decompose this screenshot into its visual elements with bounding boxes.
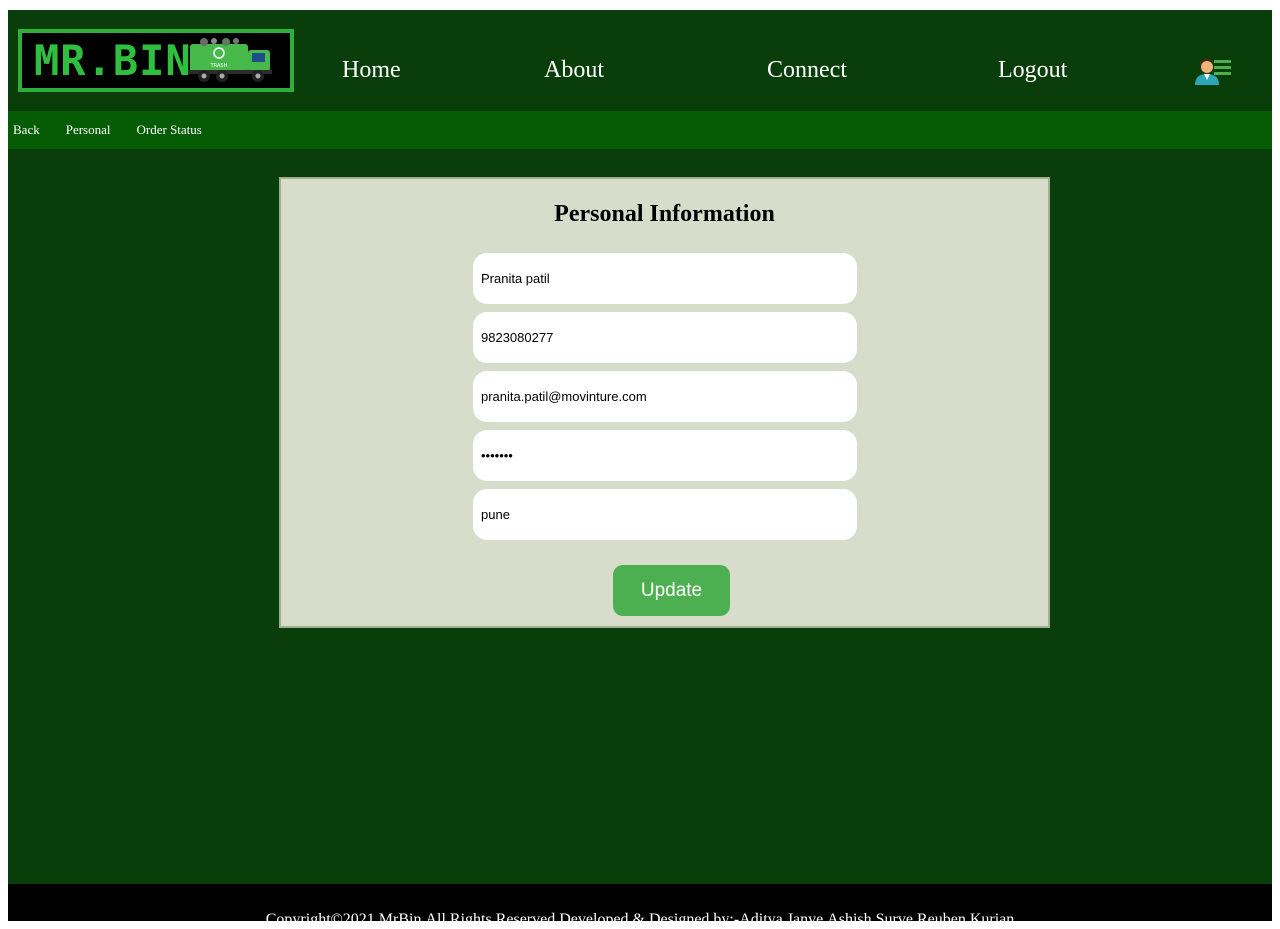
garbage-truck-icon: TRASH <box>187 37 272 82</box>
nav-about[interactable]: About <box>544 57 604 84</box>
name-field[interactable] <box>473 253 857 304</box>
subnav-back[interactable]: Back <box>13 122 40 138</box>
sub-navigation: Back Personal Order Status <box>8 111 1272 149</box>
footer: Copyright©2021 MrBin.All Rights Reserved… <box>8 884 1272 928</box>
footer-copyright: Copyright©2021 MrBin.All Rights Reserved… <box>265 911 1015 928</box>
logo-text: MR.BIN <box>34 36 192 85</box>
city-field[interactable] <box>473 489 857 540</box>
user-menu-icon[interactable] <box>1194 55 1234 85</box>
header: MR.BIN TRASH Home About Connect Logout <box>8 10 1272 111</box>
personal-info-card: Personal Information Update <box>279 177 1050 628</box>
truck-label: TRASH <box>209 63 227 69</box>
nav-home[interactable]: Home <box>342 57 401 84</box>
nav-connect[interactable]: Connect <box>767 57 847 84</box>
password-field[interactable] <box>473 430 857 481</box>
page-frame: MR.BIN TRASH Home About Connect Logout B… <box>8 10 1272 928</box>
subnav-personal[interactable]: Personal <box>66 122 111 138</box>
nav-logout[interactable]: Logout <box>998 57 1067 84</box>
phone-field[interactable] <box>473 312 857 363</box>
email-field[interactable] <box>473 371 857 422</box>
update-button[interactable]: Update <box>613 565 730 616</box>
logo[interactable]: MR.BIN TRASH <box>18 29 294 92</box>
card-title: Personal Information <box>554 201 775 227</box>
subnav-order-status[interactable]: Order Status <box>137 122 202 138</box>
